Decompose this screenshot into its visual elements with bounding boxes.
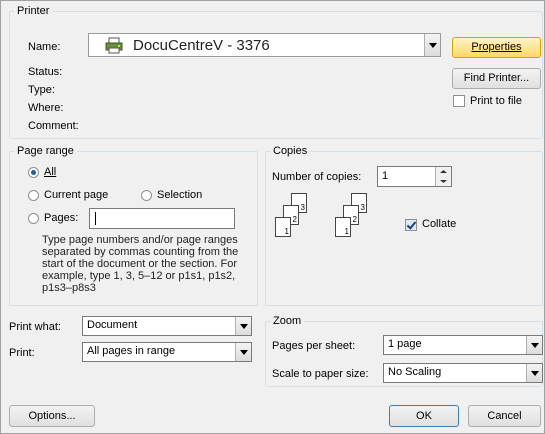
pages-per-sheet-select[interactable]: 1 page [383, 335, 543, 355]
page-number-3: 3 [360, 203, 365, 212]
cancel-button[interactable]: Cancel [468, 405, 541, 427]
collate-checkbox[interactable] [405, 219, 417, 231]
chevron-down-icon[interactable] [526, 336, 542, 354]
number-of-copies-value: 1 [382, 170, 389, 182]
all-radio[interactable] [28, 167, 39, 178]
scale-to-paper-size-select[interactable]: No Scaling [383, 363, 543, 383]
printer-icon [105, 37, 123, 54]
chevron-down-icon[interactable] [235, 317, 251, 335]
printer-name-value: DocuCentreV - 3376 [133, 37, 270, 54]
print-value: All pages in range [87, 345, 176, 357]
number-of-copies-input[interactable]: 1 [377, 166, 452, 187]
printer-name-select[interactable]: DocuCentreV - 3376 [88, 33, 441, 57]
text-caret [95, 212, 96, 225]
pages-radio[interactable] [28, 213, 39, 224]
page-number-1: 1 [344, 227, 349, 236]
printer-name-label: Name: [28, 41, 61, 53]
where-label: Where: [28, 102, 64, 114]
page-number-3: 3 [300, 203, 305, 212]
scale-to-paper-size-label: Scale to paper size: [272, 368, 369, 380]
collate-label[interactable]: Collate [422, 218, 456, 230]
scale-to-paper-size-value: No Scaling [388, 366, 442, 378]
current-page-label[interactable]: Current page [44, 189, 108, 201]
ok-button[interactable]: OK [389, 405, 459, 427]
all-label[interactable]: All [44, 166, 56, 178]
ok-label: OK [416, 410, 432, 422]
selection-radio[interactable] [141, 190, 152, 201]
page-range-legend: Page range [14, 145, 77, 158]
pages-per-sheet-label: Pages per sheet: [272, 340, 356, 352]
print-to-file-checkbox[interactable] [453, 95, 465, 107]
print-dialog: Printer Name: DocuCentreV - 3376 Propert… [0, 0, 545, 434]
options-button[interactable]: Options... [9, 405, 95, 427]
comment-label: Comment: [28, 120, 79, 132]
properties-button[interactable]: Properties [452, 37, 541, 58]
chevron-down-icon[interactable] [235, 343, 251, 361]
options-label: Options... [28, 410, 76, 422]
page-number-1: 1 [284, 227, 289, 236]
selection-label[interactable]: Selection [157, 189, 202, 201]
collate-illustration-stack-1: 3 2 1 [271, 193, 311, 243]
type-label: Type: [28, 84, 55, 96]
zoom-legend: Zoom [270, 315, 305, 328]
status-label: Status: [28, 66, 63, 78]
chevron-down-icon[interactable] [526, 364, 542, 382]
printer-legend: Printer [14, 5, 53, 18]
properties-label: Properties [471, 41, 522, 53]
print-what-select[interactable]: Document [82, 316, 252, 336]
page-number-2: 2 [352, 215, 357, 224]
find-printer-button[interactable]: Find Printer... [452, 68, 541, 89]
cancel-label: Cancel [487, 410, 522, 422]
page-range-help-text: Type page numbers and/or page ranges sep… [42, 234, 239, 294]
page-number-2: 2 [292, 215, 297, 224]
pages-input[interactable] [89, 208, 235, 229]
print-to-file-label[interactable]: Print to file [470, 95, 522, 107]
spin-down-icon[interactable] [435, 177, 451, 186]
find-printer-label: Find Printer... [463, 72, 530, 84]
copies-legend: Copies [270, 145, 311, 158]
print-label: Print: [9, 347, 35, 359]
print-select[interactable]: All pages in range [82, 342, 252, 362]
print-what-label: Print what: [9, 321, 61, 333]
current-page-radio[interactable] [28, 190, 39, 201]
pages-label[interactable]: Pages: [44, 212, 78, 224]
collate-illustration-stack-2: 3 2 1 [331, 193, 371, 243]
pages-per-sheet-value: 1 page [388, 338, 422, 350]
chevron-down-icon[interactable] [424, 34, 440, 56]
print-what-value: Document [87, 319, 138, 331]
number-of-copies-label: Number of copies: [272, 171, 362, 183]
